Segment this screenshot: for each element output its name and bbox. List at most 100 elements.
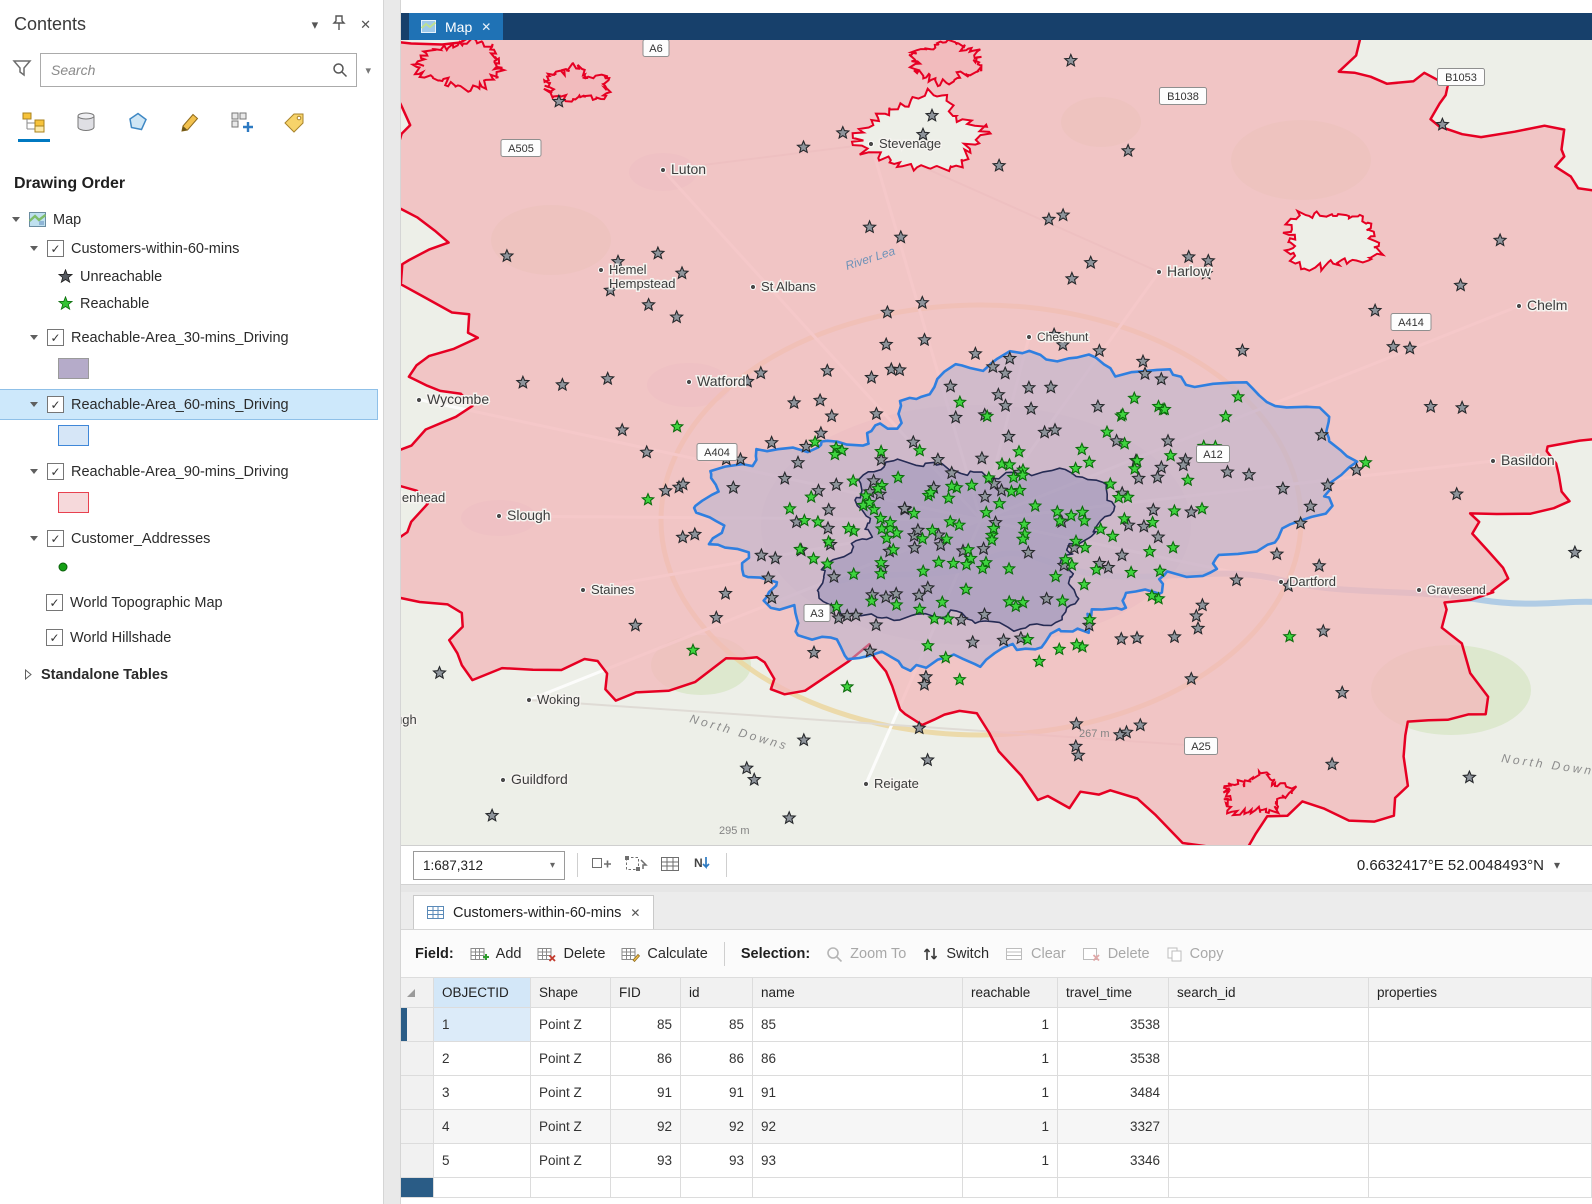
layer-visibility-checkbox[interactable]: ✓ <box>47 396 64 413</box>
calculate-field-button[interactable]: Calculate <box>621 946 707 962</box>
legend-item-area30[interactable] <box>0 352 383 384</box>
edit-vertices-icon[interactable] <box>624 854 648 877</box>
column-header-objectid[interactable]: OBJECTID <box>434 978 531 1008</box>
town-dot <box>1490 458 1495 463</box>
map-tab-label: Map <box>445 19 472 35</box>
row-selector[interactable] <box>401 1110 434 1144</box>
delete-selection-button[interactable]: Delete <box>1082 946 1150 962</box>
pane-menu-chevron-icon[interactable]: ▾ <box>312 17 319 33</box>
expander-icon[interactable] <box>28 244 40 253</box>
town-label: Harlow <box>1167 263 1211 279</box>
layer-visibility-checkbox[interactable]: ✓ <box>47 530 64 547</box>
table-row[interactable]: 4 Point Z 92 92 92 1 3327 <box>401 1110 1592 1144</box>
list-by-labeling-icon[interactable] <box>278 107 310 137</box>
tree-item-area60-layer[interactable]: ✓ Reachable-Area_60-mins_Driving <box>0 390 377 419</box>
select-all-corner[interactable] <box>401 978 434 1008</box>
layer-visibility-checkbox[interactable]: ✓ <box>47 463 64 480</box>
legend-item-addresses[interactable] <box>0 553 383 580</box>
selection-group-label: Selection: <box>741 946 810 962</box>
add-field-button[interactable]: Add <box>470 946 522 962</box>
search-history-chevron-icon[interactable]: ▾ <box>365 64 375 77</box>
row-selector[interactable] <box>401 1076 434 1110</box>
legend-item-area60[interactable] <box>0 419 383 451</box>
close-map-tab-icon[interactable]: ✕ <box>481 20 491 34</box>
close-pane-icon[interactable]: ✕ <box>360 17 371 33</box>
expander-icon[interactable] <box>10 215 22 224</box>
scale-combobox[interactable]: 1:687,312 ▾ <box>413 851 565 880</box>
list-by-data-source-icon[interactable] <box>70 107 102 137</box>
expander-icon[interactable] <box>28 467 40 476</box>
search-box[interactable] <box>40 53 357 87</box>
explore-navigation-icon[interactable]: N <box>692 854 714 877</box>
attribute-table-icon[interactable] <box>660 855 680 876</box>
expander-icon[interactable] <box>28 400 40 409</box>
tree-item-addresses-layer[interactable]: ✓ Customer_Addresses <box>0 524 383 553</box>
map-viewport[interactable]: LutonStevenageHarlowHemelHempsteadSt Alb… <box>401 40 1592 845</box>
list-by-selection-icon[interactable] <box>122 107 154 137</box>
table-row[interactable]: 3 Point Z 91 91 91 1 3484 <box>401 1076 1592 1110</box>
layer-visibility-checkbox[interactable]: ✓ <box>46 629 63 646</box>
pane-splitter[interactable] <box>383 0 401 1204</box>
column-header-reachable[interactable]: reachable <box>963 978 1058 1008</box>
switch-selection-button[interactable]: Switch <box>922 946 989 962</box>
legend-item-unreachable[interactable]: Unreachable <box>0 263 383 290</box>
zoom-to-selection-button[interactable]: Zoom To <box>826 946 906 962</box>
search-input[interactable] <box>49 61 332 79</box>
row-selector[interactable] <box>401 1144 434 1178</box>
table-tab[interactable]: Customers-within-60-mins ✕ <box>413 895 654 929</box>
column-header-fid[interactable]: FID <box>611 978 681 1008</box>
town-dot <box>750 284 755 289</box>
column-header-shape[interactable]: Shape <box>531 978 611 1008</box>
town-dot <box>1278 579 1283 584</box>
town-label: Luton <box>671 161 706 177</box>
row-selector[interactable] <box>401 1178 434 1198</box>
layer-visibility-checkbox[interactable]: ✓ <box>47 240 64 257</box>
column-header-properties[interactable]: properties <box>1369 978 1592 1008</box>
clear-selection-button[interactable]: Clear <box>1005 946 1066 962</box>
add-features-icon[interactable] <box>590 854 612 877</box>
svg-text:N: N <box>694 856 703 870</box>
tree-item-area30-layer[interactable]: ✓ Reachable-Area_30-mins_Driving <box>0 323 383 352</box>
map-view-tab[interactable]: Map ✕ <box>409 13 503 40</box>
road-shield-label: A404 <box>704 447 730 459</box>
tree-item-customers-layer[interactable]: ✓ Customers-within-60-mins <box>0 234 383 263</box>
close-table-tab-icon[interactable]: ✕ <box>630 906 640 920</box>
table-row[interactable]: 5 Point Z 93 93 93 1 3346 <box>401 1144 1592 1178</box>
table-row[interactable]: 1 Point Z 85 85 85 1 3538 <box>401 1008 1592 1042</box>
expander-icon[interactable] <box>28 333 40 342</box>
delete-field-button[interactable]: Delete <box>537 946 605 962</box>
standalone-tables-item[interactable]: Standalone Tables <box>0 660 383 689</box>
copy-selection-button[interactable]: Copy <box>1166 946 1224 962</box>
tree-item-topographic-layer[interactable]: ✓ World Topographic Map <box>0 588 383 617</box>
town-label: St Albans <box>761 279 816 294</box>
legend-item-area90[interactable] <box>0 486 383 518</box>
list-by-snapping-icon[interactable] <box>226 107 258 137</box>
map-tab-icon <box>421 20 436 33</box>
column-header-id[interactable]: id <box>681 978 753 1008</box>
table-row[interactable] <box>401 1178 1592 1198</box>
tree-item-map[interactable]: Map <box>0 205 383 234</box>
elevation-label: 295 m <box>719 825 750 837</box>
column-header-search-id[interactable]: search_id <box>1169 978 1369 1008</box>
tree-item-hillshade-layer[interactable]: ✓ World Hillshade <box>0 623 383 652</box>
column-header-travel-time[interactable]: travel_time <box>1058 978 1169 1008</box>
table-row[interactable]: 2 Point Z 86 86 86 1 3538 <box>401 1042 1592 1076</box>
expander-icon[interactable] <box>28 534 40 543</box>
tree-item-area90-layer[interactable]: ✓ Reachable-Area_90-mins_Driving <box>0 457 383 486</box>
list-by-drawing-order-icon[interactable] <box>18 107 50 137</box>
switch-selection-icon <box>922 946 939 962</box>
list-by-editing-icon[interactable] <box>174 107 206 137</box>
row-selector[interactable] <box>401 1042 434 1076</box>
legend-item-reachable[interactable]: Reachable <box>0 290 383 317</box>
layer-visibility-checkbox[interactable]: ✓ <box>46 594 63 611</box>
pin-icon[interactable] <box>332 15 346 34</box>
coordinates-chevron-icon[interactable]: ▾ <box>1554 858 1560 872</box>
collapsed-expander-icon[interactable] <box>22 669 34 680</box>
add-field-icon <box>470 946 489 962</box>
filter-funnel-icon[interactable] <box>12 58 32 83</box>
tree-item-label: Standalone Tables <box>41 667 168 683</box>
layer-visibility-checkbox[interactable]: ✓ <box>47 329 64 346</box>
row-selector[interactable] <box>401 1008 434 1042</box>
column-header-name[interactable]: name <box>753 978 963 1008</box>
map-icon <box>29 212 46 227</box>
